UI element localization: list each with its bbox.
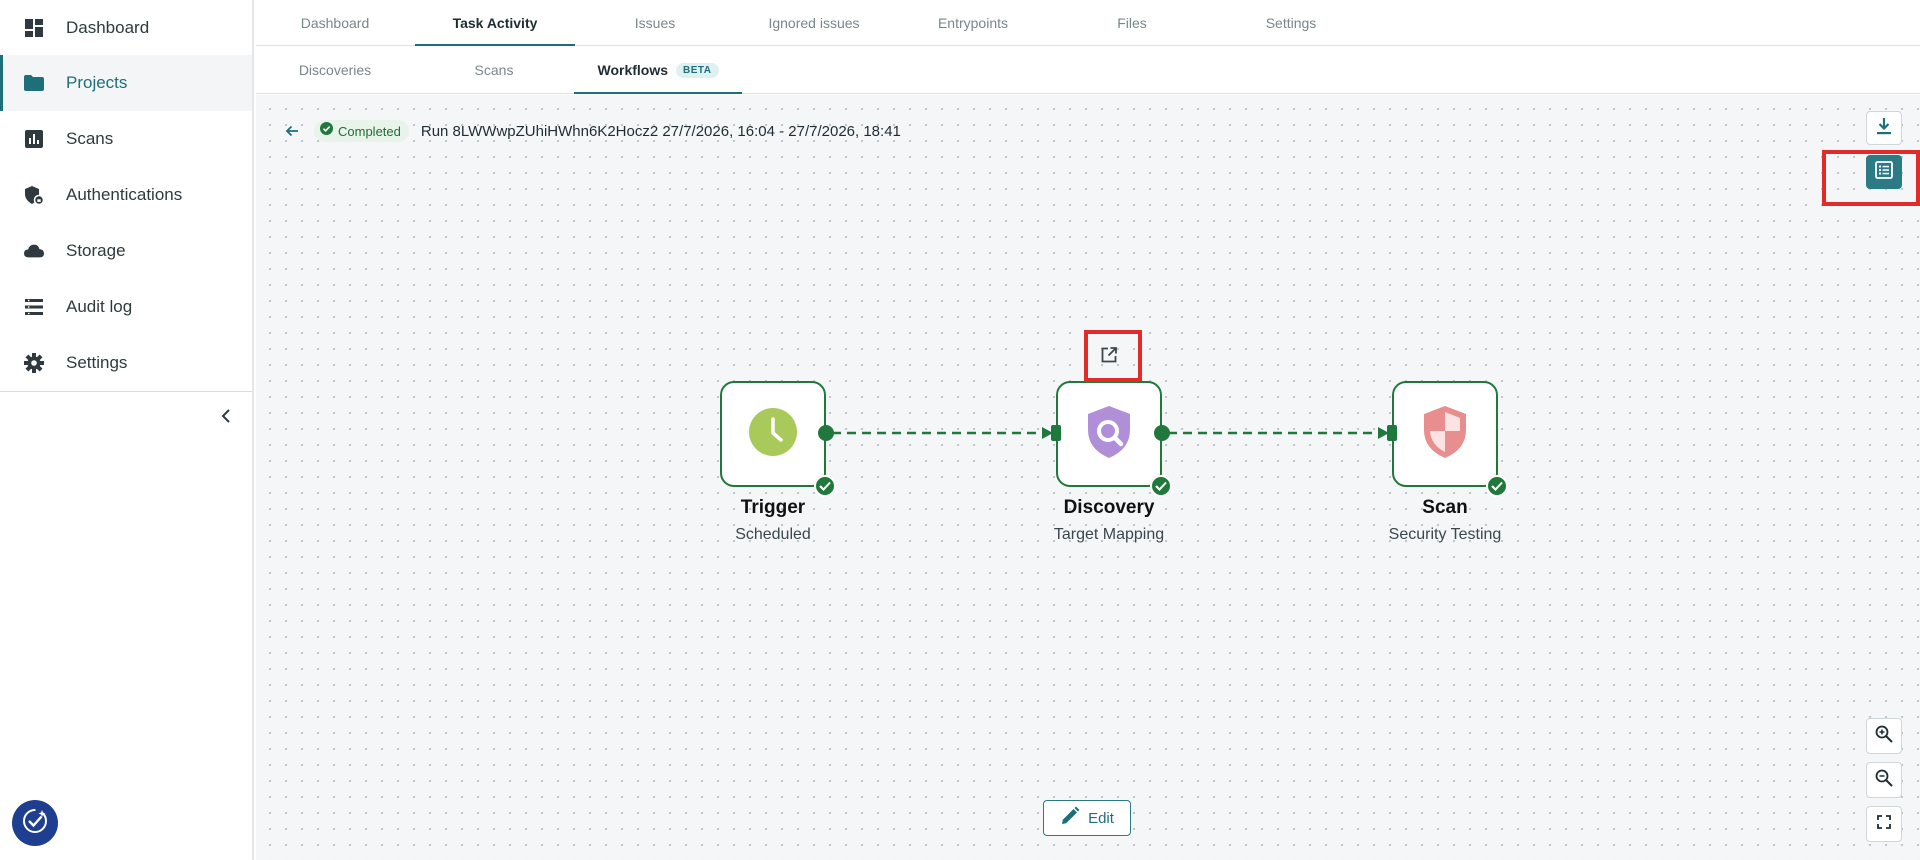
list-icon bbox=[24, 297, 44, 317]
tab-issues[interactable]: Issues bbox=[576, 0, 734, 45]
node-output-port[interactable] bbox=[818, 425, 834, 441]
sidebar-divider bbox=[0, 391, 252, 392]
sidebar-item-label: Audit log bbox=[66, 297, 133, 316]
sidebar-item-audit-log[interactable]: Audit log bbox=[0, 279, 252, 335]
workflow-canvas[interactable]: Completed Run 8LWWwpZUhiHWhn6K2Hocz2 27/… bbox=[256, 95, 1920, 860]
collapse-sidebar-button[interactable] bbox=[214, 406, 238, 430]
node-subtitle: Target Mapping bbox=[1053, 526, 1165, 543]
chevron-left-icon bbox=[221, 408, 231, 428]
gear-icon bbox=[24, 353, 44, 373]
zoom-out-icon bbox=[1875, 769, 1893, 792]
sidebar-item-scans[interactable]: Scans bbox=[0, 111, 252, 167]
fit-view-button[interactable] bbox=[1866, 806, 1902, 842]
pencil-icon bbox=[1060, 806, 1080, 831]
clock-icon bbox=[748, 407, 798, 462]
beta-badge: BETA bbox=[676, 62, 719, 78]
shield-search-icon bbox=[1085, 404, 1133, 465]
open-node-button[interactable] bbox=[1094, 342, 1124, 372]
workflow-node-scan[interactable] bbox=[1392, 381, 1508, 497]
tab-ignored-issues[interactable]: Ignored issues bbox=[735, 0, 893, 45]
sidebar-item-label: Authentications bbox=[66, 185, 183, 204]
node-title: Scan bbox=[1422, 497, 1468, 518]
zoom-out-button[interactable] bbox=[1866, 762, 1902, 798]
node-subtitle: Security Testing bbox=[1388, 526, 1502, 543]
bar-chart-icon bbox=[24, 129, 44, 149]
sidebar-item-label: Scans bbox=[66, 129, 114, 148]
node-output-port[interactable] bbox=[1154, 425, 1170, 441]
sidebar-item-storage[interactable]: Storage bbox=[0, 223, 252, 279]
folder-icon bbox=[24, 73, 44, 93]
tab-files[interactable]: Files bbox=[1053, 0, 1211, 45]
assistant-button[interactable] bbox=[12, 800, 58, 846]
assistant-icon bbox=[20, 806, 50, 841]
node-input-port[interactable] bbox=[1387, 425, 1397, 441]
sidebar: Dashboard Projects Scans Authentications… bbox=[0, 0, 254, 860]
shield-half-icon bbox=[1421, 404, 1469, 465]
node-title: Discovery bbox=[1063, 497, 1155, 518]
zoom-in-button[interactable] bbox=[1866, 718, 1902, 754]
tab-task-activity[interactable]: Task Activity bbox=[415, 0, 575, 46]
check-circle-icon bbox=[814, 475, 836, 497]
tab-workflows[interactable]: Workflows BETA bbox=[574, 47, 742, 94]
workflow-node-trigger[interactable] bbox=[720, 381, 836, 497]
fullscreen-icon bbox=[1877, 814, 1891, 834]
cloud-icon bbox=[24, 241, 44, 261]
dashboard-icon bbox=[24, 18, 44, 38]
check-circle-icon bbox=[1486, 475, 1508, 497]
edit-workflow-button[interactable]: Edit bbox=[1043, 800, 1131, 836]
tab-discoveries[interactable]: Discoveries bbox=[256, 47, 414, 93]
node-title: Trigger bbox=[740, 497, 806, 518]
sidebar-item-projects[interactable]: Projects bbox=[0, 55, 252, 111]
sidebar-item-label: Storage bbox=[66, 241, 126, 260]
check-circle-icon bbox=[1150, 475, 1172, 497]
project-tabs: Dashboard Task Activity Issues Ignored i… bbox=[256, 0, 1920, 46]
tab-entrypoints[interactable]: Entrypoints bbox=[894, 0, 1052, 45]
node-subtitle: Scheduled bbox=[735, 526, 811, 543]
tab-dashboard[interactable]: Dashboard bbox=[256, 0, 414, 45]
zoom-in-icon bbox=[1875, 725, 1893, 748]
tab-workflows-label: Workflows bbox=[597, 62, 669, 78]
external-link-icon bbox=[1100, 346, 1118, 369]
sidebar-item-label: Dashboard bbox=[66, 18, 150, 37]
sidebar-item-settings[interactable]: Settings bbox=[0, 335, 252, 391]
activity-subtabs: Discoveries Scans Workflows BETA bbox=[256, 47, 1920, 94]
shield-lock-icon bbox=[24, 185, 44, 205]
sidebar-item-authentications[interactable]: Authentications bbox=[0, 167, 252, 223]
tab-settings[interactable]: Settings bbox=[1212, 0, 1370, 45]
edit-label: Edit bbox=[1088, 809, 1114, 827]
sidebar-item-label: Projects bbox=[66, 73, 128, 92]
workflow-node-discovery[interactable] bbox=[1056, 381, 1172, 497]
sidebar-item-dashboard[interactable]: Dashboard bbox=[0, 0, 252, 56]
node-input-port[interactable] bbox=[1051, 425, 1061, 441]
sidebar-item-label: Settings bbox=[66, 353, 128, 372]
tab-scans[interactable]: Scans bbox=[415, 47, 573, 93]
